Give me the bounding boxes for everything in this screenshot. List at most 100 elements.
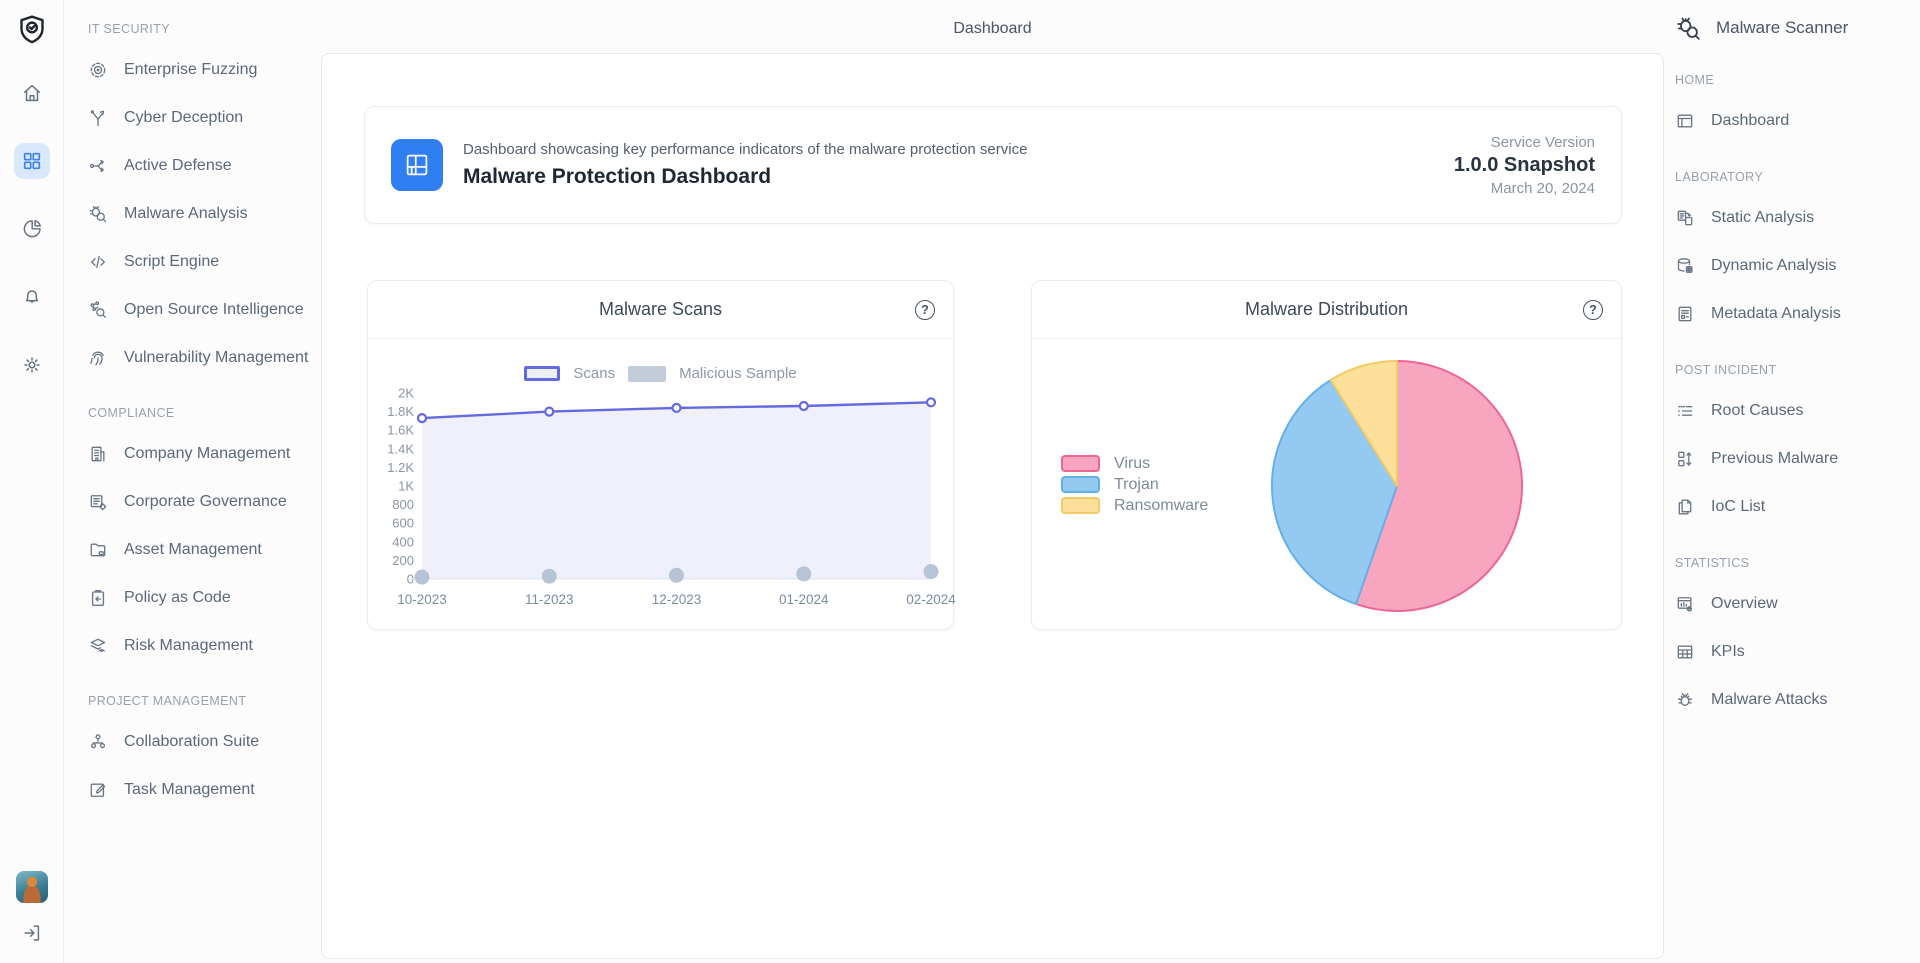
malware-distribution-title: Malware Distribution bbox=[1245, 299, 1408, 320]
rightbar-item-label: Static Analysis bbox=[1711, 209, 1814, 227]
rightbar-item-root-causes[interactable]: Root Causes bbox=[1675, 387, 1913, 435]
service-version-value: 1.0.0 Snapshot bbox=[1454, 154, 1595, 177]
flow-icon bbox=[88, 156, 108, 176]
header-card-text: Dashboard showcasing key performance ind… bbox=[463, 141, 1027, 189]
list-gear-icon bbox=[88, 492, 108, 512]
sidebar-item-collaboration-suite[interactable]: Collaboration Suite bbox=[88, 718, 318, 766]
right-sidebar-title-label: Malware Scanner bbox=[1716, 18, 1848, 38]
svg-text:11-2023: 11-2023 bbox=[525, 592, 574, 607]
icon-rail bbox=[0, 0, 64, 963]
database-icon bbox=[1675, 256, 1695, 276]
rightbar-item-ioc-list[interactable]: IoC List bbox=[1675, 483, 1913, 531]
code-icon bbox=[88, 252, 108, 272]
rail-reports-button[interactable] bbox=[14, 211, 50, 247]
svg-text:200: 200 bbox=[392, 553, 414, 568]
sidebar-item-company-management[interactable]: Company Management bbox=[88, 430, 318, 478]
rightbar-item-label: Dynamic Analysis bbox=[1711, 257, 1836, 275]
sidebar-item-label: Risk Management bbox=[124, 637, 253, 655]
rightbar-item-kpis[interactable]: KPIs bbox=[1675, 628, 1913, 676]
sidebar-item-script-engine[interactable]: Script Engine bbox=[88, 238, 318, 286]
rail-home-button[interactable] bbox=[14, 75, 50, 111]
sidebar-item-label: Corporate Governance bbox=[124, 493, 287, 511]
rightbar-item-label: Overview bbox=[1711, 595, 1778, 613]
pie-chart-svg bbox=[1032, 339, 1623, 630]
svg-text:400: 400 bbox=[392, 534, 414, 549]
malware-scans-chart: Scans Malicious Sample 2K1.8K1.6K1.4K1.2… bbox=[368, 339, 953, 630]
bell-icon bbox=[21, 286, 43, 308]
rightbar-item-malware-attacks[interactable]: Malware Attacks bbox=[1675, 676, 1913, 724]
sidebar-item-label: Task Management bbox=[124, 781, 255, 799]
rightbar-item-label: Root Causes bbox=[1711, 402, 1804, 420]
rightbar-item-dashboard[interactable]: Dashboard bbox=[1675, 97, 1913, 145]
rail-apps-button[interactable] bbox=[14, 143, 50, 179]
doc-copy-icon bbox=[1675, 497, 1695, 517]
rail-settings-button[interactable] bbox=[14, 347, 50, 383]
sidebar-item-label: Malware Analysis bbox=[124, 205, 248, 223]
avatar[interactable] bbox=[16, 871, 48, 903]
help-icon[interactable]: ? bbox=[915, 300, 935, 320]
rightbar-item-dynamic-analysis[interactable]: Dynamic Analysis bbox=[1675, 242, 1913, 290]
sidebar-item-task-management[interactable]: Task Management bbox=[88, 766, 318, 814]
doc-transfer-icon bbox=[1675, 208, 1695, 228]
rightbar-item-metadata-analysis[interactable]: Metadata Analysis bbox=[1675, 290, 1913, 338]
doc-lines-icon bbox=[1675, 304, 1695, 324]
rightbar-item-static-analysis[interactable]: Static Analysis bbox=[1675, 194, 1913, 242]
rightbar-item-label: IoC List bbox=[1711, 498, 1765, 516]
svg-text:1K: 1K bbox=[398, 479, 414, 494]
home-icon bbox=[21, 82, 43, 104]
rightbar-item-overview[interactable]: Overview bbox=[1675, 580, 1913, 628]
sidebar-item-policy-as-code[interactable]: Policy as Code bbox=[88, 574, 318, 622]
sidebar-item-asset-management[interactable]: Asset Management bbox=[88, 526, 318, 574]
sidebar-item-label: Cyber Deception bbox=[124, 109, 243, 127]
fork-icon bbox=[88, 108, 108, 128]
sidebar-item-enterprise-fuzzing[interactable]: Enterprise Fuzzing bbox=[88, 46, 318, 94]
help-icon[interactable]: ? bbox=[1583, 300, 1603, 320]
clipboard-arrow-icon bbox=[88, 588, 108, 608]
target-icon bbox=[88, 60, 108, 80]
sidebar-item-risk-management[interactable]: Risk Management bbox=[88, 622, 318, 670]
sidebar-item-malware-analysis[interactable]: Malware Analysis bbox=[88, 190, 318, 238]
rail-bottom bbox=[14, 871, 50, 951]
pie-chart-icon bbox=[21, 218, 43, 240]
service-version-date: March 20, 2024 bbox=[1454, 180, 1595, 197]
list-icon bbox=[1675, 401, 1695, 421]
line-chart-svg: 2K1.8K1.6K1.4K1.2K1K800600400200010-2023… bbox=[368, 339, 955, 630]
sidebar-item-label: Open Source Intelligence bbox=[124, 301, 304, 319]
section-header-compliance: COMPLIANCE bbox=[88, 405, 318, 421]
rightbar-item-label: Dashboard bbox=[1711, 112, 1789, 130]
bug-search-icon bbox=[88, 204, 108, 224]
dashboard-layout-icon bbox=[391, 139, 443, 191]
rightbar-item-previous-malware[interactable]: Previous Malware bbox=[1675, 435, 1913, 483]
svg-text:02-2024: 02-2024 bbox=[906, 592, 955, 607]
svg-text:600: 600 bbox=[392, 516, 414, 531]
rightbar-item-label: Malware Attacks bbox=[1711, 691, 1827, 709]
svg-text:12-2023: 12-2023 bbox=[652, 592, 702, 607]
sidebar-item-cyber-deception[interactable]: Cyber Deception bbox=[88, 94, 318, 142]
grid-icon bbox=[21, 150, 43, 172]
logout-icon bbox=[21, 922, 43, 944]
sidebar-item-open-source-intelligence[interactable]: Open Source Intelligence bbox=[88, 286, 318, 334]
header-card-title: Malware Protection Dashboard bbox=[463, 165, 1027, 189]
sidebar-item-vulnerability-management[interactable]: Vulnerability Management bbox=[88, 334, 318, 382]
table-icon bbox=[1675, 642, 1695, 662]
section-header-home: HOME bbox=[1675, 72, 1913, 88]
layout-icon bbox=[402, 150, 432, 180]
right-sidebar-title: Malware Scanner bbox=[1675, 8, 1913, 48]
window-icon bbox=[1675, 111, 1695, 131]
rail-nav bbox=[14, 75, 50, 383]
malware-distribution-chart: Virus Trojan Ransomware bbox=[1032, 339, 1621, 630]
rightbar-item-label: Metadata Analysis bbox=[1711, 305, 1841, 323]
edit-square-icon bbox=[88, 780, 108, 800]
sidebar-item-label: Active Defense bbox=[124, 157, 232, 175]
svg-text:800: 800 bbox=[392, 497, 414, 512]
rail-notifications-button[interactable] bbox=[14, 279, 50, 315]
svg-text:1.6K: 1.6K bbox=[387, 423, 414, 438]
main-panel: Dashboard showcasing key performance ind… bbox=[321, 53, 1664, 959]
sidebar-item-corporate-governance[interactable]: Corporate Governance bbox=[88, 478, 318, 526]
bug-search-icon bbox=[1675, 15, 1702, 42]
svg-text:10-2023: 10-2023 bbox=[397, 592, 447, 607]
sidebar-item-label: Policy as Code bbox=[124, 589, 231, 607]
sidebar-item-active-defense[interactable]: Active Defense bbox=[88, 142, 318, 190]
gear-icon bbox=[21, 354, 43, 376]
logout-button[interactable] bbox=[14, 915, 50, 951]
